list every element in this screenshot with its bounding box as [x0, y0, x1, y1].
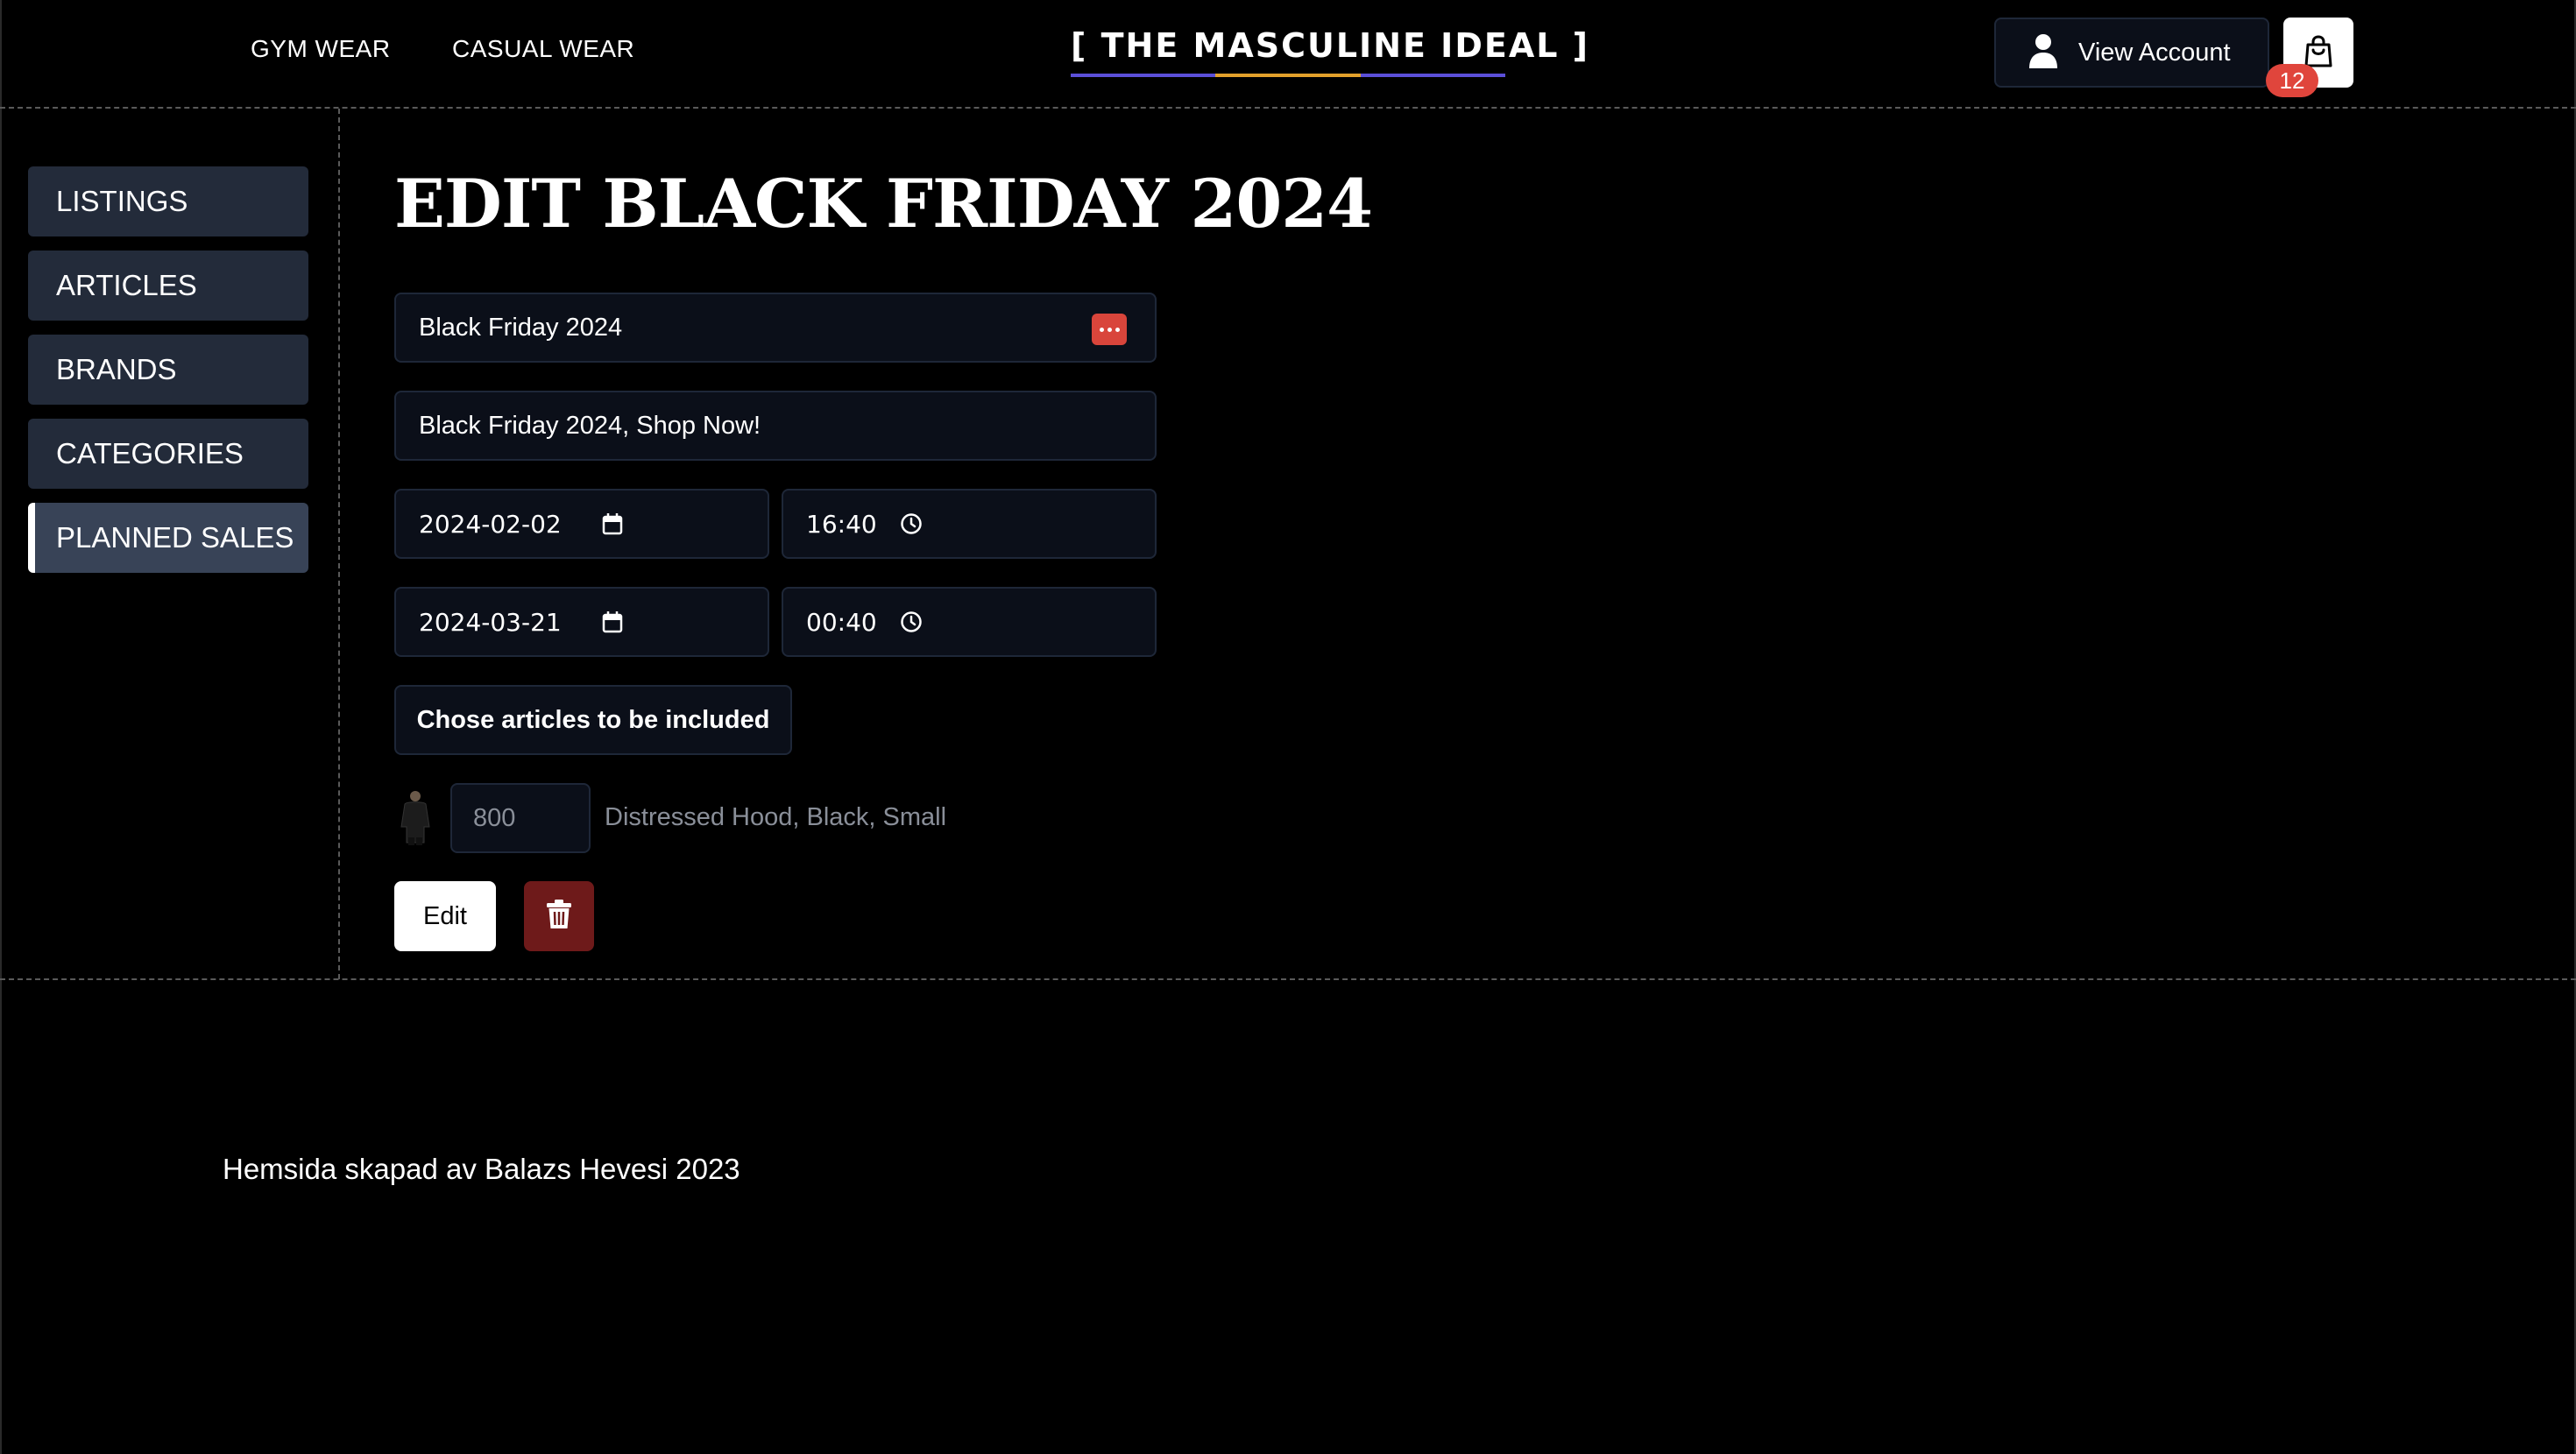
article-discount-placeholder: 800 — [473, 803, 516, 832]
sidebar-item-listings[interactable]: LISTINGS — [28, 166, 308, 236]
view-account-label: View Account — [2078, 38, 2231, 67]
choose-articles-button[interactable]: Chose articles to be included — [394, 685, 792, 755]
site-header: GYM WEAR CASUAL WEAR [ THE MASCULINE IDE… — [0, 0, 2576, 109]
sidebar-item-categories[interactable]: CATEGORIES — [28, 419, 308, 489]
calendar-icon[interactable] — [602, 512, 623, 535]
view-account-button[interactable]: View Account — [1994, 18, 2269, 88]
start-time-input[interactable]: 16:40 — [782, 489, 1157, 559]
clock-icon[interactable] — [900, 611, 923, 633]
sidebar-item-articles[interactable]: ARTICLES — [28, 251, 308, 321]
end-time-value: 00:40 — [806, 607, 877, 637]
end-date-input[interactable]: 2024-03-21 — [394, 587, 769, 657]
user-icon — [2028, 32, 2059, 74]
sale-name-input[interactable]: Black Friday 2024 — [394, 293, 1157, 363]
nav-link-casual-wear[interactable]: CASUAL WEAR — [452, 35, 634, 63]
sale-slogan-value: Black Friday 2024, Shop Now! — [419, 411, 761, 440]
delete-button[interactable] — [524, 881, 594, 951]
edit-button[interactable]: Edit — [394, 881, 496, 951]
footer-credit: Hemsida skapad av Balazs Hevesi 2023 — [223, 1153, 740, 1185]
clock-icon[interactable] — [900, 512, 923, 535]
logo-underline — [1071, 74, 1505, 77]
page-title: EDIT BLACK FRIDAY 2024 — [394, 165, 1373, 243]
start-time-value: 16:40 — [806, 509, 877, 539]
sale-name-value: Black Friday 2024 — [419, 313, 623, 342]
article-discount-input[interactable]: 800 — [450, 783, 591, 853]
start-date-input[interactable]: 2024-02-02 — [394, 489, 769, 559]
sidebar-item-brands[interactable]: BRANDS — [28, 335, 308, 405]
site-logo[interactable]: [ THE MASCULINE IDEAL ] — [1071, 26, 1588, 65]
admin-sidebar: LISTINGS ARTICLES BRANDS CATEGORIES PLAN… — [0, 109, 340, 979]
password-manager-icon[interactable] — [1092, 314, 1127, 345]
end-time-input[interactable]: 00:40 — [782, 587, 1157, 657]
calendar-icon[interactable] — [602, 611, 623, 633]
end-date-value: 2024-03-21 — [419, 607, 562, 637]
trash-icon — [546, 899, 572, 934]
sidebar-item-planned-sales[interactable]: PLANNED SALES — [28, 503, 308, 573]
start-date-value: 2024-02-02 — [419, 509, 562, 539]
nav-link-gym-wear[interactable]: GYM WEAR — [251, 35, 391, 63]
footer-divider — [0, 978, 2576, 980]
article-name: Distressed Hood, Black, Small — [605, 803, 947, 831]
article-thumbnail — [398, 788, 433, 846]
sale-slogan-input[interactable]: Black Friday 2024, Shop Now! — [394, 391, 1157, 461]
cart-count-badge: 12 — [2266, 64, 2318, 97]
